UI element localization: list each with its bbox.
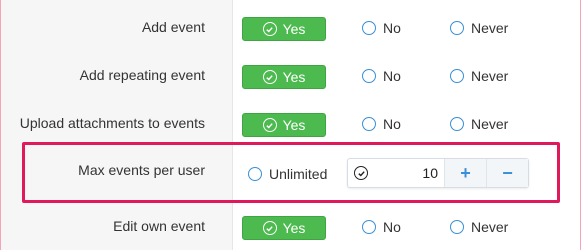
max-events-stepper[interactable]: 10 + −	[347, 158, 529, 188]
decrement-button[interactable]: −	[486, 159, 528, 187]
yes-button[interactable]: Yes	[242, 216, 326, 240]
radio-no[interactable]: No	[362, 68, 401, 84]
stepper-value[interactable]: 10	[374, 159, 444, 187]
radio-no-label: No	[383, 20, 401, 36]
radio-never[interactable]: Never	[450, 68, 508, 84]
stepper-check[interactable]	[348, 159, 374, 187]
permission-row-add-event: Add event Yes No Never	[0, 3, 581, 51]
row-label: Add repeating event	[79, 67, 205, 83]
radio-never-label: Never	[471, 68, 509, 84]
check-circle-icon	[354, 166, 368, 180]
row-label: Upload attachments to events	[19, 115, 205, 131]
yes-button[interactable]: Yes	[242, 17, 326, 41]
radio-no[interactable]: No	[362, 219, 401, 235]
radio-never-label: Never	[471, 20, 509, 36]
check-circle-icon	[262, 22, 277, 36]
yes-button[interactable]: Yes	[242, 65, 326, 89]
increment-button[interactable]: +	[444, 159, 486, 187]
yes-label: Yes	[282, 220, 306, 236]
radio-no[interactable]: No	[362, 20, 401, 36]
radio-circle-icon	[450, 117, 464, 131]
check-circle-icon	[262, 70, 277, 84]
yes-label: Yes	[282, 21, 306, 37]
radio-circle-icon	[450, 220, 464, 234]
radio-circle-icon	[362, 117, 376, 131]
check-circle-icon	[262, 118, 277, 132]
radio-circle-icon	[450, 69, 464, 83]
yes-label: Yes	[282, 69, 306, 85]
row-label: Edit own event	[113, 218, 205, 234]
radio-circle-icon	[450, 21, 464, 35]
radio-never[interactable]: Never	[450, 219, 508, 235]
radio-no-label: No	[383, 219, 401, 235]
permission-row-edit-own-event: Edit own event Yes No Never	[0, 202, 581, 250]
row-label: Add event	[141, 19, 205, 35]
radio-circle-icon	[362, 220, 376, 234]
permission-row-upload-attachments: Upload attachments to events Yes No Neve…	[0, 99, 581, 147]
radio-no[interactable]: No	[362, 116, 401, 132]
yes-label: Yes	[282, 117, 306, 133]
radio-never-label: Never	[471, 219, 509, 235]
permission-row-add-repeating-event: Add repeating event Yes No Never	[0, 51, 581, 99]
radio-never[interactable]: Never	[450, 20, 508, 36]
radio-circle-icon	[362, 69, 376, 83]
radio-never-label: Never	[471, 116, 509, 132]
radio-never[interactable]: Never	[450, 116, 508, 132]
radio-no-label: No	[383, 116, 401, 132]
check-circle-icon	[262, 221, 277, 235]
radio-no-label: No	[383, 68, 401, 84]
yes-button[interactable]: Yes	[242, 113, 326, 137]
radio-circle-icon	[362, 21, 376, 35]
